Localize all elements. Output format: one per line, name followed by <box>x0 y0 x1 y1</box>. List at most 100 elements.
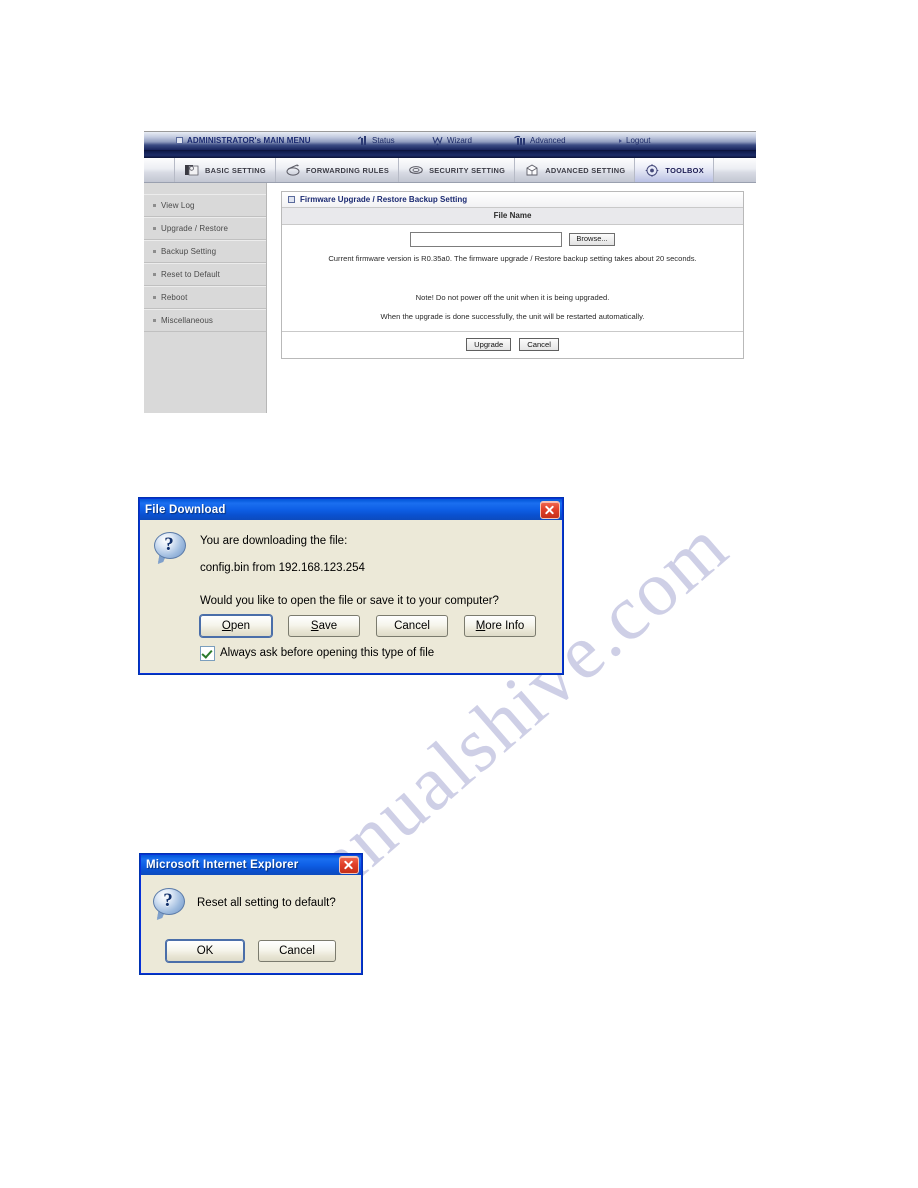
more-info-button[interactable]: More Info <box>464 614 536 637</box>
ie-dialog-title: Microsoft Internet Explorer <box>146 859 299 871</box>
advanced-gauge-icon <box>514 135 526 146</box>
forwarding-rules-icon <box>285 163 301 178</box>
window-square-icon <box>176 137 183 144</box>
dialog-cancel-button[interactable]: Cancel <box>376 614 448 637</box>
nav-wizard-label: Wizard <box>447 135 472 145</box>
always-ask-checkbox[interactable] <box>200 645 215 661</box>
file-download-lines: You are downloading the file: config.bin… <box>200 532 365 575</box>
nav-main-menu-label: ADMINISTRATOR's MAIN MENU <box>187 135 311 145</box>
always-ask-label: Always ask before opening this type of f… <box>220 647 435 660</box>
ok-button[interactable]: OK <box>166 940 244 962</box>
bullet-icon <box>153 319 156 322</box>
nav-logout-label: Logout <box>626 135 651 145</box>
sidebar-item-reset-to-default[interactable]: Reset to Default <box>144 263 266 286</box>
open-button[interactable]: Open <box>200 614 272 637</box>
sidebar-item-backup-setting[interactable]: Backup Setting <box>144 240 266 263</box>
sidebar-item-label: Reboot <box>161 293 188 302</box>
tab-forwarding-rules-label: FORWARDING RULES <box>305 165 390 175</box>
ie-button-row: OK Cancel <box>153 940 349 962</box>
open-button-rest: pen <box>230 619 251 632</box>
question-mark-icon: ? <box>153 888 185 920</box>
bullet-icon <box>153 296 156 299</box>
ie-message-row: ? Reset all setting to default? <box>153 888 349 920</box>
downloading-label: You are downloading the file: <box>200 535 348 547</box>
tab-bar-left-spacer <box>144 158 175 182</box>
tab-basic-setting-label: BASIC SETTING <box>205 165 266 175</box>
top-navigation-bar: ADMINISTRATOR's MAIN MENU Status Wizard <box>144 132 756 151</box>
tab-toolbox[interactable]: TOOLBOX <box>635 158 714 182</box>
nav-item-logout[interactable]: Logout <box>619 134 650 147</box>
upgrade-button[interactable]: Upgrade <box>466 338 512 352</box>
close-icon[interactable] <box>540 500 560 519</box>
ie-dialog-titlebar[interactable]: Microsoft Internet Explorer <box>141 855 361 875</box>
bullet-icon <box>153 204 156 207</box>
file-download-body: ? You are downloading the file: config.b… <box>140 520 562 673</box>
more-info-button-rest: ore Info <box>485 619 525 632</box>
file-name-column-header: File Name <box>282 208 743 225</box>
file-source-label: config.bin from 192.168.123.254 <box>200 562 365 575</box>
save-button[interactable]: Save <box>288 614 360 637</box>
main-tab-bar: BASIC SETTING FORWARDING RULES SECURITY … <box>144 158 756 183</box>
sidebar-item-view-log[interactable]: View Log <box>144 194 266 217</box>
ie-message-label: Reset all setting to default? <box>197 897 336 910</box>
tab-advanced-setting[interactable]: ADVANCED SETTING <box>515 158 636 182</box>
tab-forwarding-rules[interactable]: FORWARDING RULES <box>276 158 400 182</box>
tab-security-setting-label: SECURITY SETTING <box>429 165 506 175</box>
bullet-icon <box>153 227 156 230</box>
nav-item-status[interactable]: Status <box>357 134 395 147</box>
wizard-wand-icon <box>432 135 443 146</box>
toolbox-icon <box>644 163 660 178</box>
browse-button[interactable]: Browse... <box>569 233 615 246</box>
tab-bar-right-filler <box>714 158 756 182</box>
security-setting-icon <box>408 163 424 178</box>
nav-advanced-label: Advanced <box>530 135 566 145</box>
ie-dialog-body: ? Reset all setting to default? OK Cance… <box>141 875 361 973</box>
bullet-icon <box>153 273 156 276</box>
panel-square-icon <box>288 196 295 203</box>
save-button-rest: ave <box>318 619 338 632</box>
power-warning-note: Note! Do not power off the unit when it … <box>415 293 610 302</box>
ie-cancel-button[interactable]: Cancel <box>258 940 336 962</box>
nav-item-wizard[interactable]: Wizard <box>432 134 472 147</box>
sidebar-item-label: Miscellaneous <box>161 316 213 325</box>
status-chart-icon <box>357 135 368 146</box>
chevron-right-icon <box>619 138 622 143</box>
nav-status-label: Status <box>372 135 395 145</box>
tab-advanced-setting-label: ADVANCED SETTING <box>545 165 626 175</box>
internet-explorer-dialog: Microsoft Internet Explorer ? Reset all … <box>140 854 362 974</box>
content-area: Firmware Upgrade / Restore Backup Settin… <box>267 183 756 413</box>
firmware-version-info: Current firmware version is R0.35a0. The… <box>328 254 697 263</box>
panel-title-label: Firmware Upgrade / Restore Backup Settin… <box>300 195 468 204</box>
sidebar-item-label: Backup Setting <box>161 247 217 256</box>
admin-body: View Log Upgrade / Restore Backup Settin… <box>144 183 756 413</box>
question-mark-icon: ? <box>154 532 186 564</box>
file-name-input[interactable] <box>410 232 563 247</box>
firmware-upgrade-panel: Firmware Upgrade / Restore Backup Settin… <box>281 191 744 360</box>
file-download-dialog: File Download ? You are downloading the … <box>139 498 563 674</box>
sidebar-item-reboot[interactable]: Reboot <box>144 286 266 309</box>
file-selection-row: Browse... <box>282 225 743 252</box>
cancel-button[interactable]: Cancel <box>519 338 559 352</box>
file-download-button-row: Open Save Cancel More Info <box>200 614 548 637</box>
nav-accent-strip <box>144 151 756 158</box>
router-admin-screenshot: ADMINISTRATOR's MAIN MENU Status Wizard <box>144 132 756 413</box>
always-ask-checkbox-row[interactable]: Always ask before opening this type of f… <box>200 645 548 661</box>
sidebar-item-label: Upgrade / Restore <box>161 224 229 233</box>
close-icon[interactable] <box>339 856 359 874</box>
panel-title-bar: Firmware Upgrade / Restore Backup Settin… <box>282 192 743 208</box>
sidebar-item-miscellaneous[interactable]: Miscellaneous <box>144 309 266 332</box>
panel-action-row: Upgrade Cancel <box>282 331 743 358</box>
tab-toolbox-label: TOOLBOX <box>665 165 704 175</box>
tab-basic-setting[interactable]: BASIC SETTING <box>175 158 276 182</box>
nav-item-main-menu[interactable]: ADMINISTRATOR's MAIN MENU <box>176 134 311 147</box>
nav-item-advanced[interactable]: Advanced <box>514 134 566 147</box>
file-download-titlebar[interactable]: File Download <box>140 499 562 520</box>
basic-setting-icon <box>184 163 200 178</box>
bullet-icon <box>153 250 156 253</box>
sidebar-item-label: View Log <box>161 201 195 210</box>
file-download-message-row: ? You are downloading the file: config.b… <box>154 532 548 575</box>
sidebar-item-upgrade-restore[interactable]: Upgrade / Restore <box>144 217 266 240</box>
advanced-setting-icon <box>524 163 540 178</box>
tab-security-setting[interactable]: SECURITY SETTING <box>399 158 516 182</box>
